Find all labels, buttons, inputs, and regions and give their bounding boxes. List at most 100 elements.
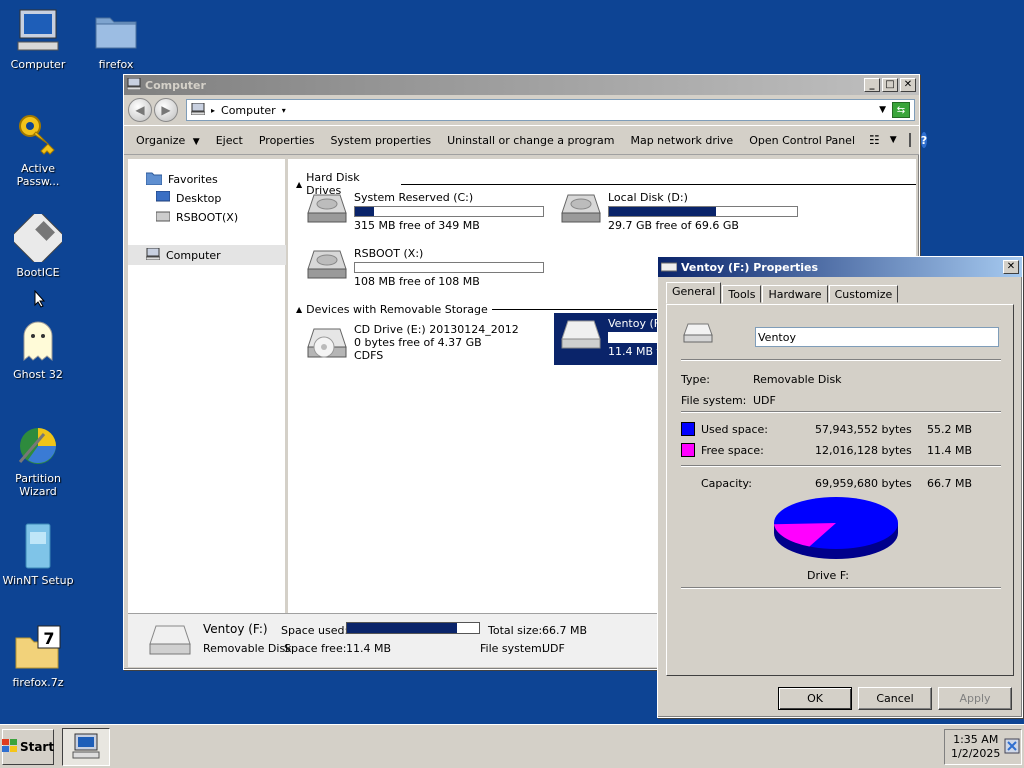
drive-c-name: System Reserved (C:) xyxy=(354,191,474,204)
desktop-icon-winnt-setup[interactable]: WinNT Setup xyxy=(0,522,76,587)
help-icon[interactable]: ? xyxy=(920,132,928,148)
desktop-icon-ghost[interactable]: Ghost 32 xyxy=(0,316,76,381)
folder-icon xyxy=(92,6,140,54)
details-total-label: Total size: xyxy=(488,624,543,637)
drive-f-free: 11.4 MB f xyxy=(608,345,661,358)
eject-button[interactable]: Eject xyxy=(208,134,251,147)
desktop-icon-firefox[interactable]: firefox xyxy=(78,6,154,71)
details-usage-bar xyxy=(346,622,480,634)
used-space-label: Used space: xyxy=(701,423,769,436)
drive-small-icon xyxy=(660,260,678,275)
used-space-bytes: 57,943,552 bytes xyxy=(815,423,912,436)
network-icon[interactable] xyxy=(1004,738,1020,757)
chevron-down-icon[interactable]: ▼ xyxy=(890,135,897,145)
drive-c-free: 315 MB free of 349 MB xyxy=(354,219,480,232)
tab-hardware[interactable]: Hardware xyxy=(762,285,828,303)
floppy-disk-icon xyxy=(9,209,67,267)
desktop-icon-partition-wizard[interactable]: Partition Wizard xyxy=(0,420,76,498)
organize-button[interactable]: Organize ▼ xyxy=(128,134,208,147)
computer-small-icon xyxy=(145,247,161,263)
free-space-label: Free space: xyxy=(701,444,764,457)
drive-e-name: CD Drive (E:) 20130124_2012 xyxy=(354,323,519,336)
desktop-icon-label: WinNT Setup xyxy=(2,574,74,587)
clock-date[interactable]: 1/2/2025 xyxy=(951,747,1000,761)
computer-icon xyxy=(72,733,100,762)
open-control-panel-button[interactable]: Open Control Panel xyxy=(741,134,863,147)
apply-button[interactable]: Apply xyxy=(938,687,1012,710)
removable-drive-icon xyxy=(560,317,602,349)
address-bar[interactable]: ▸ Computer ▾ ▼ ⇆ xyxy=(186,99,915,121)
drive-f-name: Ventoy (F xyxy=(608,317,661,330)
drive-e[interactable]: CD Drive (E:) 20130124_2012 0 bytes free… xyxy=(306,323,519,362)
chevron-right-icon[interactable]: ▸ xyxy=(211,106,215,115)
desktop-icon-firefox-7z[interactable]: 7 firefox.7z xyxy=(0,624,76,689)
tab-general[interactable]: General xyxy=(666,282,722,304)
desktop-icon-active-password[interactable]: Active Passw... xyxy=(0,110,76,188)
drive-e-free: 0 bytes free of 4.37 GB xyxy=(354,336,482,349)
desktop-icon-computer[interactable]: Computer xyxy=(0,6,76,71)
preview-pane-icon[interactable] xyxy=(908,133,911,147)
mouse-cursor-icon xyxy=(34,290,46,308)
tab-customize[interactable]: Customize xyxy=(828,285,899,303)
nav-computer[interactable]: Computer xyxy=(128,245,286,265)
tab-tools[interactable]: Tools xyxy=(722,285,762,303)
volume-name-input[interactable] xyxy=(755,327,999,347)
system-properties-button[interactable]: System properties xyxy=(322,134,439,147)
svg-text:7: 7 xyxy=(43,629,54,648)
drive-x[interactable]: RSBOOT (X:) 108 MB free of 108 MB xyxy=(306,247,544,288)
refresh-icon[interactable]: ⇆ xyxy=(892,102,910,118)
dialog-titlebar[interactable]: Ventoy (F:) Properties ✕ xyxy=(658,257,1022,277)
wizard-wand-icon xyxy=(14,420,62,468)
minimize-button[interactable]: _ xyxy=(864,78,880,92)
chevron-down-icon: ▼ xyxy=(192,136,200,147)
explorer-titlebar[interactable]: Computer _ □ ✕ xyxy=(124,75,919,95)
maximize-button[interactable]: □ xyxy=(882,78,898,92)
drive-e-fs: CDFS xyxy=(354,349,384,362)
desktop-icon-bootice[interactable]: BootICE xyxy=(0,209,76,279)
setup-box-icon xyxy=(14,522,62,570)
cancel-button[interactable]: Cancel xyxy=(858,687,932,710)
nav-favorites[interactable]: Favorites xyxy=(145,171,218,188)
general-tab-panel: Type: Removable Disk File system: UDF Us… xyxy=(666,304,1014,676)
dialog-tabs: General Tools Hardware Customize xyxy=(666,282,899,304)
archive-7z-icon: 7 xyxy=(14,624,62,672)
drive-d-free: 29.7 GB free of 69.6 GB xyxy=(608,219,739,232)
properties-dialog: Ventoy (F:) Properties ✕ General Tools H… xyxy=(657,256,1023,718)
clock-time[interactable]: 1:35 AM xyxy=(953,733,998,747)
nav-rsboot[interactable]: RSBOOT(X) xyxy=(155,210,238,225)
drive-d-usage-fill xyxy=(609,207,717,216)
drive-letter-label: Drive F: xyxy=(807,569,850,582)
capacity-label: Capacity: xyxy=(701,477,752,490)
drive-x-free: 108 MB free of 108 MB xyxy=(354,275,480,288)
start-button[interactable]: Start xyxy=(1,729,54,765)
close-button[interactable]: ✕ xyxy=(900,78,916,92)
map-network-drive-button[interactable]: Map network drive xyxy=(622,134,741,147)
fs-label: File system: xyxy=(681,394,747,407)
taskbar-computer-button[interactable] xyxy=(62,728,110,766)
details-total: 66.7 MB xyxy=(542,624,588,637)
details-space-free-label: Space free: xyxy=(284,642,347,655)
cd-drive-icon xyxy=(306,323,348,358)
free-space-bytes: 12,016,128 bytes xyxy=(815,444,912,457)
desktop-icon xyxy=(155,190,171,206)
back-button[interactable]: ◀ xyxy=(128,98,152,122)
properties-button[interactable]: Properties xyxy=(251,134,323,147)
collapse-icon: ▲ xyxy=(296,305,303,314)
view-options-icon[interactable]: ☷ xyxy=(869,133,880,147)
drive-x-usage-bar xyxy=(354,262,544,273)
drive-x-name: RSBOOT (X:) xyxy=(354,247,424,260)
drive-d[interactable]: Local Disk (D:) 29.7 GB free of 69.6 GB xyxy=(560,191,798,232)
drive-f-selected[interactable]: Ventoy (F 11.4 MB f xyxy=(554,313,664,365)
drive-c[interactable]: System Reserved (C:) 315 MB free of 349 … xyxy=(306,191,544,232)
forward-button[interactable]: ▶ xyxy=(154,98,178,122)
dialog-close-button[interactable]: ✕ xyxy=(1003,260,1019,274)
chevron-down-icon[interactable]: ▾ xyxy=(282,106,286,115)
address-dropdown-icon[interactable]: ▼ xyxy=(879,105,886,115)
ok-button[interactable]: OK xyxy=(778,687,852,710)
free-space-swatch xyxy=(681,443,695,457)
uninstall-program-button[interactable]: Uninstall or change a program xyxy=(439,134,622,147)
desktop-icon-label: BootICE xyxy=(16,266,60,279)
capacity-size: 66.7 MB xyxy=(927,477,973,490)
nav-desktop[interactable]: Desktop xyxy=(155,190,221,206)
explorer-title: Computer xyxy=(145,78,206,92)
